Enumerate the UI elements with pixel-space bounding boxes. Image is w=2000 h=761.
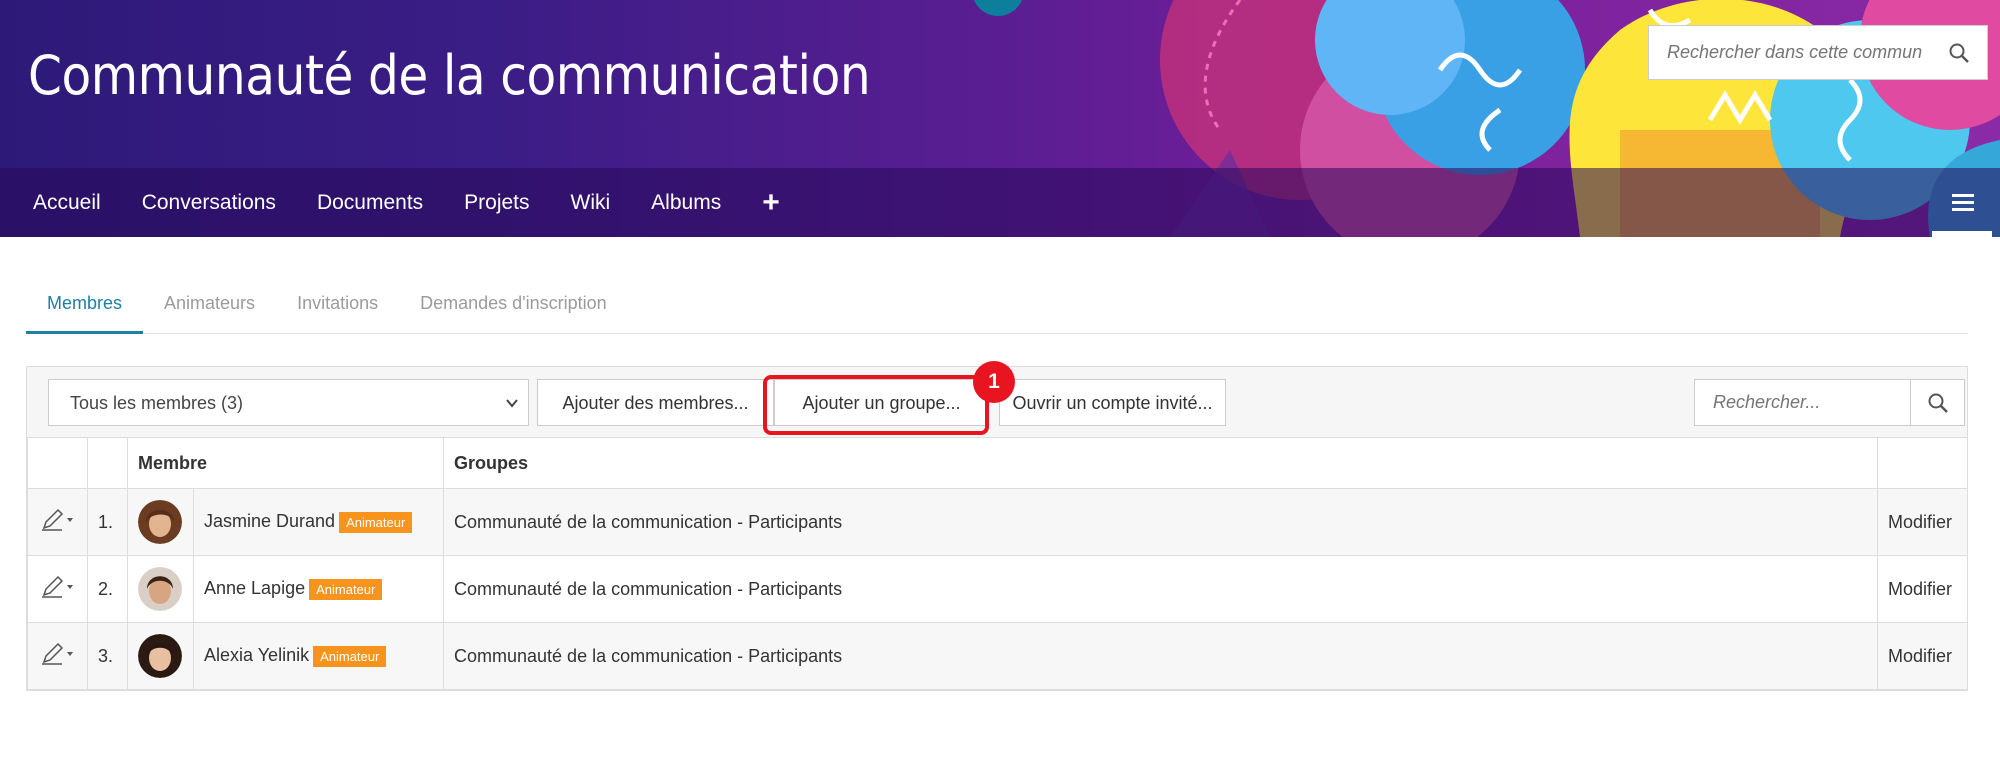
tab-invitations[interactable]: Invitations bbox=[276, 280, 399, 334]
modify-link[interactable]: Modifier bbox=[1877, 622, 1968, 690]
tab-membres[interactable]: Membres bbox=[26, 280, 144, 334]
header-member: Membre bbox=[127, 437, 444, 489]
members-panel: Tous les membres (3) Ajouter des membres… bbox=[26, 361, 1968, 691]
add-members-button[interactable]: Ajouter des membres... bbox=[537, 379, 774, 426]
open-guest-account-button[interactable]: Ouvrir un compte invité... bbox=[999, 379, 1226, 426]
table-header-row: Membre Groupes bbox=[27, 437, 1968, 489]
header-modify bbox=[1877, 437, 1968, 489]
nav-item-projets[interactable]: Projets bbox=[464, 191, 529, 215]
avatar bbox=[138, 500, 182, 544]
member-name[interactable]: Anne Lapige bbox=[204, 578, 305, 598]
row-actions[interactable] bbox=[27, 488, 88, 556]
tab-animateurs[interactable]: Animateurs bbox=[143, 280, 276, 334]
nav-item-documents[interactable]: Documents bbox=[317, 191, 423, 215]
avatar bbox=[138, 567, 182, 611]
row-member-cell: Alexia Yelinik Animateur bbox=[193, 622, 444, 690]
row-avatar-cell bbox=[127, 622, 194, 690]
avatar bbox=[138, 634, 182, 678]
banner-handle-icon[interactable] bbox=[972, 0, 1024, 16]
menu-indicator bbox=[1932, 231, 1992, 237]
modify-link[interactable]: Modifier bbox=[1877, 488, 1968, 556]
members-filter-select[interactable]: Tous les membres (3) bbox=[48, 379, 529, 426]
row-number: 3. bbox=[87, 622, 128, 690]
edit-pencil-icon[interactable] bbox=[38, 642, 78, 666]
table-row: 3. Alexia Yelinik Animateur Communauté de… bbox=[27, 622, 1968, 690]
callout-highlight bbox=[763, 375, 989, 435]
header-groups: Groupes bbox=[443, 437, 1878, 489]
role-badge: Animateur bbox=[313, 645, 387, 667]
row-number: 2. bbox=[87, 555, 128, 623]
row-groups: Communauté de la communication - Partici… bbox=[443, 555, 1878, 623]
nav-item-accueil[interactable]: Accueil bbox=[33, 191, 101, 215]
nav-item-conversations[interactable]: Conversations bbox=[142, 191, 276, 215]
role-badge: Animateur bbox=[339, 511, 413, 533]
row-avatar-cell bbox=[127, 488, 194, 556]
header-number bbox=[87, 437, 128, 489]
row-groups: Communauté de la communication - Partici… bbox=[443, 488, 1878, 556]
table-row: 1. Jasmine Durand Animateur Communauté de… bbox=[27, 488, 1968, 556]
members-toolbar: Tous les membres (3) Ajouter des membres… bbox=[27, 361, 1967, 437]
modify-link[interactable]: Modifier bbox=[1877, 555, 1968, 623]
row-avatar-cell bbox=[127, 555, 194, 623]
members-tabs: Membres Animateurs Invitations Demandes … bbox=[26, 280, 1968, 334]
header-actions bbox=[27, 437, 88, 489]
edit-pencil-icon[interactable] bbox=[38, 575, 78, 599]
member-name[interactable]: Jasmine Durand bbox=[204, 511, 335, 531]
menu-icon[interactable] bbox=[1952, 194, 1974, 212]
community-search-input[interactable] bbox=[1649, 27, 1934, 78]
member-search[interactable] bbox=[1694, 379, 1965, 426]
row-member-cell: Anne Lapige Animateur bbox=[193, 555, 444, 623]
search-icon[interactable] bbox=[1934, 28, 1984, 78]
nav-item-albums[interactable]: Albums bbox=[651, 191, 721, 215]
table-row: 2. Anne Lapige Animateur Communauté de la… bbox=[27, 555, 1968, 623]
members-filter-value: Tous les membres (3) bbox=[70, 393, 244, 413]
row-actions[interactable] bbox=[27, 622, 88, 690]
row-groups: Communauté de la communication - Partici… bbox=[443, 622, 1878, 690]
community-banner: Communauté de la communication Accueil C… bbox=[0, 0, 2000, 237]
role-badge: Animateur bbox=[309, 578, 383, 600]
row-actions[interactable] bbox=[27, 555, 88, 623]
community-search[interactable] bbox=[1648, 25, 1988, 80]
nav-item-wiki[interactable]: Wiki bbox=[571, 191, 611, 215]
community-title: Communauté de la communication bbox=[28, 44, 871, 107]
community-nav: Accueil Conversations Documents Projets … bbox=[0, 168, 2000, 237]
edit-pencil-icon[interactable] bbox=[38, 508, 78, 532]
row-member-cell: Jasmine Durand Animateur bbox=[193, 488, 444, 556]
member-name[interactable]: Alexia Yelinik bbox=[204, 645, 309, 665]
member-search-input[interactable] bbox=[1695, 380, 1910, 425]
tab-demandes-inscription[interactable]: Demandes d'inscription bbox=[399, 280, 628, 334]
chevron-down-icon bbox=[506, 399, 518, 408]
callout-badge: 1 bbox=[973, 361, 1015, 403]
row-number: 1. bbox=[87, 488, 128, 556]
members-table: Membre Groupes 1. Jasmine Durand Animateu… bbox=[27, 437, 1968, 690]
search-icon[interactable] bbox=[1910, 380, 1964, 425]
add-nav-item-button[interactable]: + bbox=[762, 187, 780, 218]
